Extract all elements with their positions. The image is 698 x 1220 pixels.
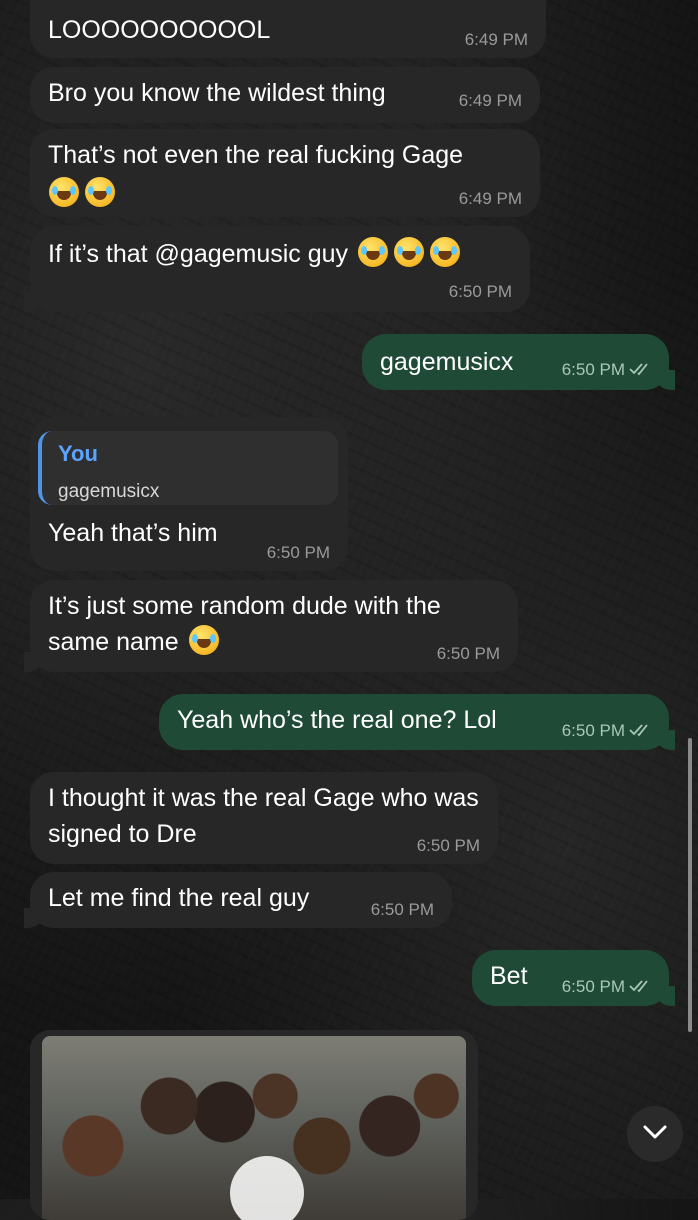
scrollbar[interactable] <box>688 738 692 1032</box>
tears-of-joy-emoji <box>188 625 219 655</box>
bubble-tail <box>24 652 44 672</box>
tears-of-joy-emoji <box>85 177 115 207</box>
bubble-tail <box>24 908 44 928</box>
bubble-tail <box>655 730 675 750</box>
message-text: It’s just some random dude with the same… <box>48 592 441 656</box>
message-time: 6:50 PM <box>448 282 512 301</box>
tears-of-joy-emoji <box>430 237 461 267</box>
video-message[interactable] <box>30 1030 478 1220</box>
scroll-down-button[interactable] <box>627 1106 683 1162</box>
message-time: 6:50 PM <box>561 721 625 741</box>
message-text: Bro you know the wildest thing <box>48 79 386 107</box>
message-time: 6:49 PM <box>458 189 522 208</box>
double-check-icon <box>629 978 653 998</box>
message-outgoing[interactable]: Yeah who’s the real one? Lol 6:50 PM <box>159 694 675 750</box>
reply-text: gagemusicx <box>58 481 160 502</box>
message-incoming[interactable]: It’s just some random dude with the same… <box>24 580 518 672</box>
message-outgoing[interactable]: gagemusicx 6:50 PM <box>362 334 675 390</box>
message-time: 6:50 PM <box>561 977 625 997</box>
message-time: 6:50 PM <box>266 543 330 562</box>
message-time-status: 6:50 PM <box>562 360 653 381</box>
message-time: 6:49 PM <box>464 30 528 49</box>
message-time-status: 6:50 PM <box>562 977 653 998</box>
bubble-tail <box>655 986 675 1006</box>
tears-of-joy-emoji <box>49 177 79 207</box>
message-text: If it’s that @gagemusic guy <box>48 240 349 268</box>
message-time: 6:50 PM <box>561 360 625 380</box>
message-time: 6:50 PM <box>370 900 434 919</box>
double-check-icon <box>629 722 653 742</box>
reply-author: You <box>58 441 98 466</box>
double-check-icon <box>629 361 653 381</box>
message-incoming[interactable]: LOOOOOOOOOOL 6:49 PM <box>30 0 546 58</box>
tears-of-joy-emoji <box>394 237 425 267</box>
play-icon[interactable] <box>230 1156 304 1220</box>
message-incoming-reply[interactable]: You gagemusicx Yeah that’s him 6:50 PM <box>30 417 348 571</box>
message-time: 6:50 PM <box>436 644 500 663</box>
message-time: 6:49 PM <box>458 91 522 110</box>
bubble-tail <box>655 370 675 390</box>
message-incoming[interactable]: If it’s that @gagemusic guy 6:50 PM <box>24 226 530 312</box>
message-line: If it’s that @gagemusic guy <box>48 236 512 272</box>
message-incoming[interactable]: I thought it was the real Gage who was s… <box>30 772 498 864</box>
chevron-down-icon <box>642 1124 668 1145</box>
message-time-status: 6:50 PM <box>562 721 653 742</box>
message-text: That’s not even the real fucking Gage <box>48 141 464 169</box>
message-incoming[interactable]: Let me find the real guy 6:50 PM <box>24 872 452 928</box>
message-text: LOOOOOOOOOOL <box>48 16 271 44</box>
reply-quote[interactable]: You gagemusicx <box>38 431 338 505</box>
message-incoming[interactable]: That’s not even the real fucking Gage 6:… <box>30 129 540 217</box>
tears-of-joy-emoji <box>358 237 389 267</box>
message-incoming[interactable]: Bro you know the wildest thing 6:49 PM <box>30 67 540 123</box>
bubble-tail <box>24 292 44 312</box>
message-time: 6:50 PM <box>416 836 480 855</box>
message-outgoing[interactable]: Bet 6:50 PM <box>472 950 675 1006</box>
